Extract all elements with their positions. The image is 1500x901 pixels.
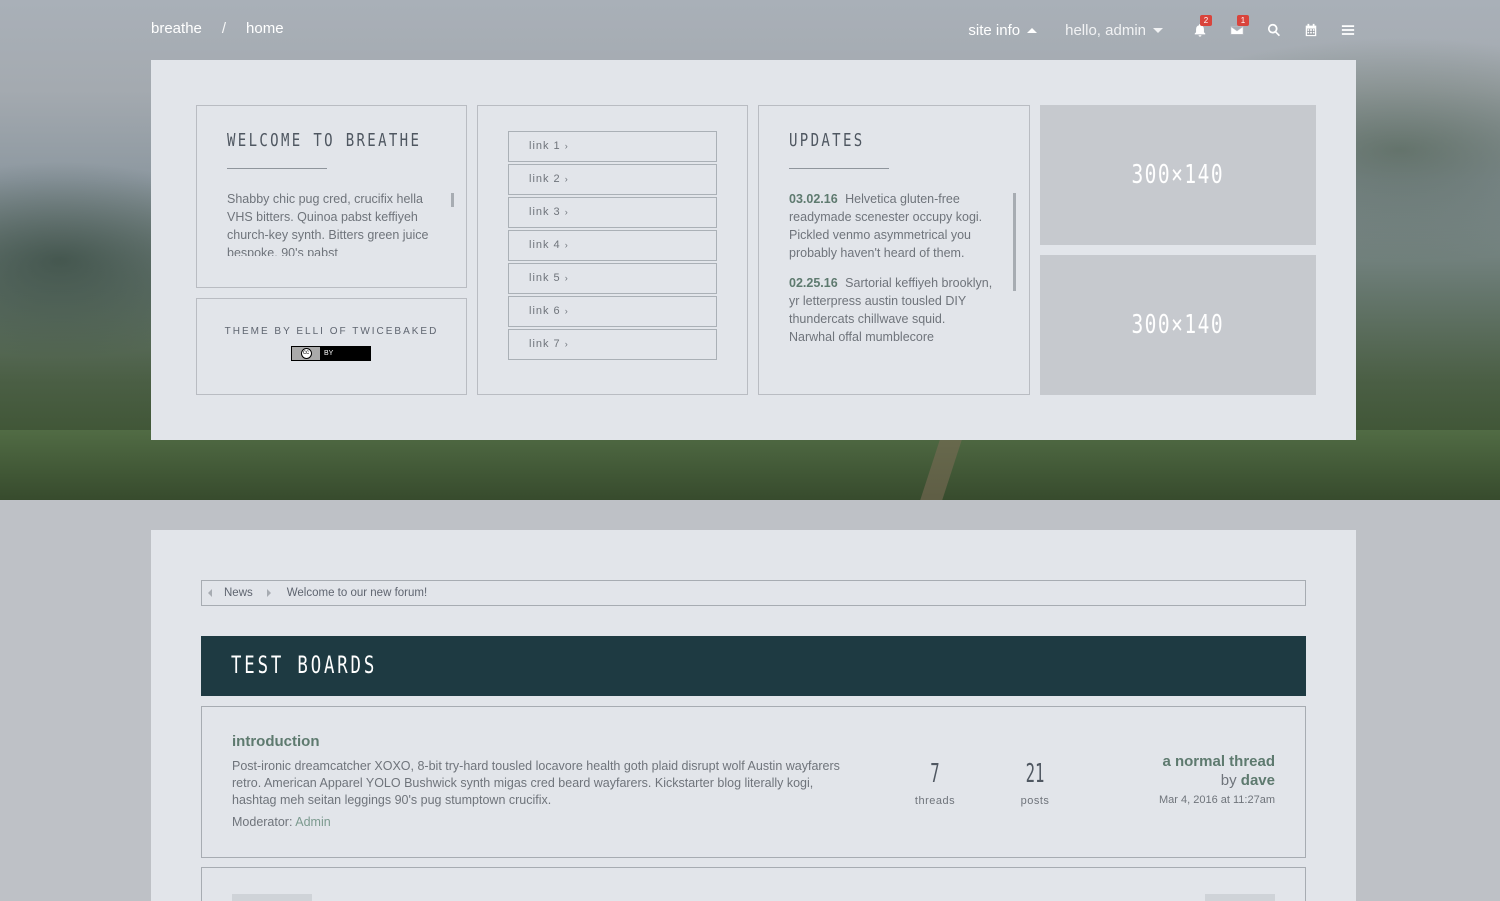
- link-6[interactable]: link 6 ›: [508, 296, 717, 327]
- last-post-time: Mar 4, 2016 at 11:27am: [1159, 794, 1275, 806]
- board-title[interactable]: introduction: [232, 733, 319, 750]
- board-description: Post-ironic dreamcatcher XOXO, 8-bit try…: [232, 759, 840, 807]
- link-label: link 5: [529, 272, 561, 284]
- threads-label: threads: [914, 795, 956, 807]
- author-link[interactable]: dave: [1241, 772, 1275, 789]
- cc-license-label: BY: [324, 350, 334, 357]
- update-date: 03.02.16: [789, 192, 838, 206]
- update-date: 02.25.16: [789, 276, 838, 290]
- notifications-badge: 2: [1200, 15, 1212, 26]
- link-label: link 7: [529, 338, 561, 350]
- welcome-title: WELCOME TO BREATHE: [227, 130, 422, 151]
- crumb-home-link[interactable]: home: [246, 20, 284, 37]
- ad-size-label: 300×140: [1131, 310, 1225, 340]
- search-icon: [1268, 23, 1281, 37]
- caret-down-icon: [1153, 27, 1163, 33]
- board-row: [201, 867, 1306, 901]
- site-info-label: site info: [968, 21, 1021, 39]
- news-ticker: News Welcome to our new forum!: [201, 580, 1306, 606]
- moderator-link[interactable]: Admin: [295, 815, 330, 829]
- links-box: link 1 › link 2 › link 3 › link 4 › link 5 › …: [477, 105, 748, 395]
- news-headline[interactable]: Welcome to our new forum!: [287, 587, 427, 599]
- forum-section: News Welcome to our new forum! TEST BOAR…: [151, 530, 1356, 901]
- chevron-right-icon: ›: [564, 273, 569, 283]
- news-label[interactable]: News: [224, 587, 253, 599]
- arrow-right-icon: [266, 589, 271, 597]
- update-entry: 02.25.16 Sartorial keffiyeh brooklyn, yr…: [789, 274, 994, 346]
- threads-stat: 7 threads: [895, 759, 975, 808]
- link-4[interactable]: link 4 ›: [508, 230, 717, 261]
- calendar-icon: [1305, 23, 1317, 37]
- link-label: link 2: [529, 173, 561, 185]
- link-label: link 4: [529, 239, 561, 251]
- arrow-left-icon[interactable]: [208, 589, 212, 597]
- menu-icon: [1341, 25, 1355, 35]
- board-row: introduction Post-ironic dreamcatcher XO…: [201, 706, 1306, 858]
- last-post: a normal thread by dave Mar 4, 2016 at 1…: [1159, 753, 1275, 806]
- crumb-site-link[interactable]: breathe: [151, 20, 202, 37]
- top-nav: breathe / home site info hello, admin 2 …: [0, 0, 1500, 60]
- ad-placeholder-2: 300×140: [1040, 255, 1316, 395]
- theme-credit-box: THEME BY ELLI OF TWICEBAKED cc BY: [196, 298, 467, 395]
- crumb-separator: /: [221, 20, 227, 37]
- caret-up-icon: [1027, 27, 1038, 33]
- moderator-label: Moderator:: [232, 815, 293, 829]
- welcome-text: Shabby chic pug cred, crucifix hella VHS…: [227, 192, 429, 256]
- link-7[interactable]: link 7 ›: [508, 329, 717, 360]
- posts-stat: 21 posts: [995, 759, 1075, 808]
- board-title-partial[interactable]: [232, 894, 312, 901]
- link-5[interactable]: link 5 ›: [508, 263, 717, 294]
- board-moderator: Moderator: Admin: [232, 815, 331, 829]
- title-underline: [789, 168, 889, 169]
- last-post-partial[interactable]: [1205, 894, 1275, 901]
- title-underline: [227, 168, 327, 169]
- updates-box: UPDATES 03.02.16 Helvetica gluten-free r…: [758, 105, 1030, 395]
- chevron-right-icon: ›: [564, 174, 569, 184]
- updates-scrollbar[interactable]: [1013, 193, 1016, 291]
- hillside: [0, 430, 1500, 500]
- link-3[interactable]: link 3 ›: [508, 197, 717, 228]
- notifications-button[interactable]: 2: [1191, 15, 1212, 39]
- category-title[interactable]: TEST BOARDS: [231, 651, 377, 679]
- updates-title: UPDATES: [789, 130, 865, 151]
- site-breadcrumb: breathe / home: [151, 20, 284, 37]
- chevron-right-icon: ›: [564, 141, 569, 151]
- link-label: link 1: [529, 140, 561, 152]
- cc-icon: cc: [300, 348, 312, 359]
- link-1[interactable]: link 1 ›: [508, 131, 717, 162]
- search-button[interactable]: [1265, 21, 1283, 39]
- menu-button[interactable]: [1339, 21, 1357, 39]
- by-label: by: [1220, 772, 1237, 789]
- welcome-scrollbar[interactable]: [451, 193, 454, 207]
- creative-commons-badge[interactable]: cc BY: [291, 346, 371, 361]
- user-menu[interactable]: hello, admin: [1065, 22, 1163, 39]
- chevron-right-icon: ›: [564, 306, 569, 316]
- ad-placeholder-1: 300×140: [1040, 105, 1316, 245]
- calendar-button[interactable]: [1302, 21, 1320, 39]
- link-label: link 3: [529, 206, 561, 218]
- chevron-right-icon: ›: [564, 240, 569, 250]
- site-info-menu[interactable]: site info: [968, 21, 1038, 39]
- last-post-author: by dave: [1159, 772, 1275, 789]
- updates-list: 03.02.16 Helvetica gluten-free readymade…: [789, 190, 994, 360]
- last-post-thread[interactable]: a normal thread: [1159, 753, 1275, 770]
- posts-label: posts: [1020, 795, 1050, 807]
- update-entry: 03.02.16 Helvetica gluten-free readymade…: [789, 190, 994, 262]
- messages-button[interactable]: 1: [1228, 15, 1249, 39]
- cc-logo: cc: [292, 347, 320, 360]
- theme-credit[interactable]: THEME BY ELLI OF TWICEBAKED: [197, 326, 466, 337]
- welcome-box: WELCOME TO BREATHE Shabby chic pug cred,…: [196, 105, 467, 288]
- messages-badge: 1: [1237, 15, 1249, 26]
- chevron-right-icon: ›: [564, 207, 569, 217]
- info-panel: WELCOME TO BREATHE Shabby chic pug cred,…: [151, 60, 1356, 440]
- posts-count: 21: [1025, 759, 1045, 789]
- nav-actions: site info hello, admin 2 1: [968, 15, 1357, 42]
- link-2[interactable]: link 2 ›: [508, 164, 717, 195]
- user-greeting: hello, admin: [1065, 21, 1146, 39]
- threads-count: 7: [930, 759, 940, 789]
- link-label: link 6: [529, 305, 561, 317]
- ad-size-label: 300×140: [1131, 160, 1225, 190]
- category-header: TEST BOARDS: [201, 636, 1306, 696]
- chevron-right-icon: ›: [564, 339, 569, 349]
